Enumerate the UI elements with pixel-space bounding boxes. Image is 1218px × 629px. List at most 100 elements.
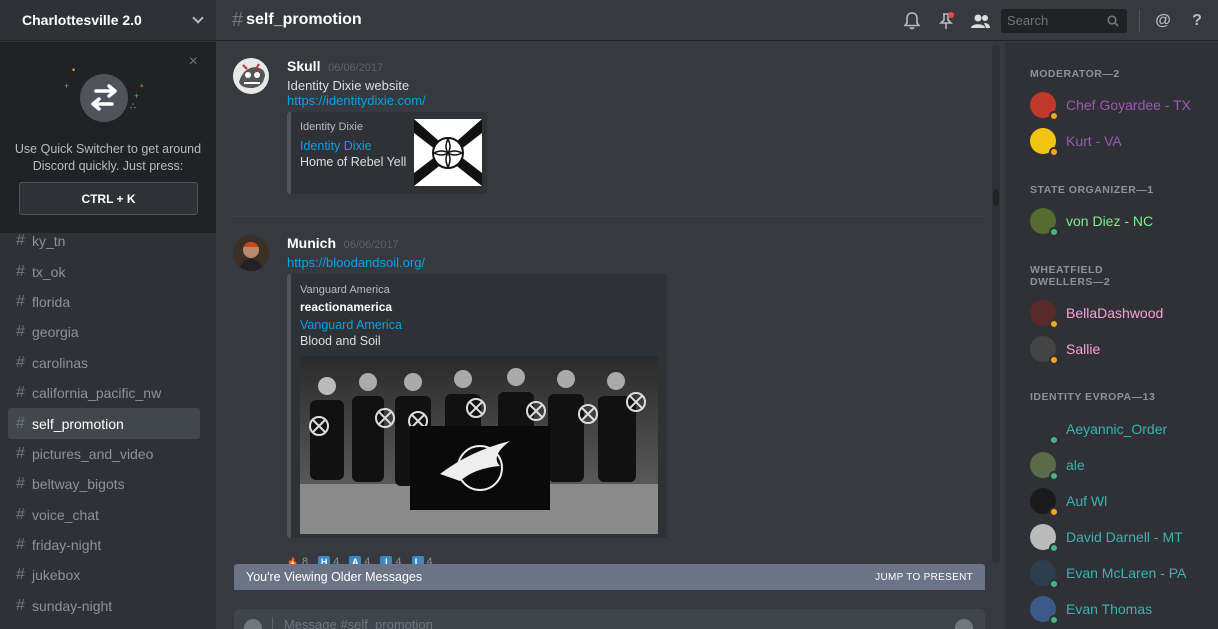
- message-content: Munich 06/06/2017 https://bloodandsoil.o…: [287, 235, 987, 538]
- scrollbar-track[interactable]: [992, 44, 1000, 564]
- status-idle-icon: [1049, 147, 1059, 157]
- message-link[interactable]: https://bloodandsoil.org/: [287, 255, 425, 270]
- message-input[interactable]: [284, 617, 884, 629]
- channel-item-tx_ok[interactable]: # tx_ok: [8, 256, 200, 286]
- member-item[interactable]: Evan McLaren - PA: [1030, 557, 1186, 589]
- quick-switcher-icon: + • + ° ∴: [64, 66, 144, 124]
- member-group-header: STATE ORGANIZER—1: [1030, 184, 1154, 196]
- channel-item-sunday-night[interactable]: # sunday-night: [8, 591, 200, 621]
- sparkle-icon: +: [134, 91, 140, 101]
- embed-author[interactable]: reactionamerica: [300, 300, 392, 314]
- link-embed: Vanguard America reactionamerica Vanguar…: [287, 274, 667, 538]
- member-group-header: WHEATFIELD DWELLERS—2: [1030, 264, 1111, 288]
- embed-thumbnail[interactable]: [414, 119, 482, 186]
- status-idle-icon: [1049, 507, 1059, 517]
- emoji-icon[interactable]: [955, 619, 973, 629]
- channel-sidebar: Charlottesville 2.0 × + • + ° ∴ Use Quic…: [0, 0, 216, 629]
- channel-item-florida[interactable]: # florida: [8, 287, 200, 317]
- link-embed: Identity Dixie Identity Dixie Home of Re…: [287, 112, 487, 194]
- header-toolbar: @ ?: [901, 0, 1218, 41]
- avatar: [1030, 336, 1059, 365]
- status-online-icon: [1049, 227, 1059, 237]
- message-timestamp: 06/06/2017: [328, 62, 384, 74]
- chevron-down-icon[interactable]: [192, 12, 204, 24]
- help-icon[interactable]: ?: [1186, 10, 1208, 32]
- channel-list: # ky_tn # tx_ok # florida # georgia # carolin…: [8, 226, 200, 621]
- channel-item-self_promotion[interactable]: # self_promotion: [8, 408, 200, 439]
- member-item[interactable]: David Darnell - MT: [1030, 521, 1183, 553]
- message-list: Skull 06/06/2017 Identity Dixie website …: [216, 42, 1004, 629]
- embed-description: Blood and Soil: [300, 334, 381, 348]
- channel-title: # self_promotion: [232, 8, 362, 31]
- channel-item-beltway_bigots[interactable]: # beltway_bigots: [8, 469, 200, 499]
- hash-icon: #: [16, 505, 25, 523]
- embed-description: Home of Rebel Yell: [300, 155, 407, 169]
- channel-item-jukebox[interactable]: # jukebox: [8, 560, 200, 590]
- message-link[interactable]: https://identitydixie.com/: [287, 93, 426, 108]
- member-item[interactable]: Sallie: [1030, 333, 1100, 365]
- message-author[interactable]: Munich: [287, 235, 336, 251]
- status-idle-icon: [1049, 111, 1059, 121]
- member-list: MODERATOR—2 Chef Goyardee - TX Kurt - VA…: [1005, 42, 1218, 629]
- server-name: Charlottesville 2.0: [22, 12, 142, 28]
- channel-header: # self_promotion @ ?: [216, 0, 1218, 41]
- status-online-icon: [1049, 435, 1059, 445]
- hash-icon: #: [232, 8, 244, 31]
- quick-switcher-tip: × + • + ° ∴ Use Quick Switcher to get ar…: [0, 42, 216, 233]
- status-online-icon: [1049, 471, 1059, 481]
- member-item[interactable]: Kurt - VA: [1030, 125, 1122, 157]
- status-online-icon: [1049, 615, 1059, 625]
- members-icon[interactable]: [969, 10, 991, 32]
- avatar: [1030, 208, 1059, 237]
- hash-icon: #: [16, 232, 25, 250]
- avatar: [1030, 92, 1059, 121]
- member-item[interactable]: Auf Wl: [1030, 485, 1107, 517]
- upload-icon[interactable]: [244, 619, 262, 629]
- pin-icon[interactable]: [935, 10, 957, 32]
- member-item[interactable]: BellaDashwood: [1030, 297, 1163, 329]
- search-input[interactable]: [1007, 13, 1107, 28]
- composer-divider: [272, 617, 273, 629]
- hash-icon: #: [16, 566, 25, 584]
- avatar: [1030, 416, 1059, 445]
- member-item[interactable]: Chef Goyardee - TX: [1030, 89, 1191, 121]
- channel-item-voice_chat[interactable]: # voice_chat: [8, 500, 200, 530]
- embed-title[interactable]: Vanguard America: [300, 318, 402, 332]
- message-author[interactable]: Skull: [287, 58, 320, 74]
- member-item[interactable]: ale: [1030, 449, 1085, 481]
- server-header[interactable]: Charlottesville 2.0: [0, 0, 216, 41]
- channel-item-ky_tn[interactable]: # ky_tn: [8, 226, 200, 256]
- hash-icon: #: [16, 353, 25, 371]
- avatar: [1030, 300, 1059, 329]
- hash-icon: #: [16, 414, 25, 432]
- search-icon: [1107, 14, 1119, 27]
- older-messages-text: You're Viewing Older Messages: [246, 570, 423, 584]
- status-idle-icon: [1049, 355, 1059, 365]
- embed-image[interactable]: [300, 356, 658, 534]
- embed-title[interactable]: Identity Dixie: [300, 139, 372, 153]
- message-content: Skull 06/06/2017 Identity Dixie website …: [287, 58, 987, 194]
- close-icon[interactable]: ×: [189, 54, 198, 70]
- avatar: [1030, 524, 1059, 553]
- channel-item-pictures_and_video[interactable]: # pictures_and_video: [8, 439, 200, 469]
- bell-icon[interactable]: [901, 10, 923, 32]
- status-online-icon: [1049, 543, 1059, 553]
- scrollbar-thumb[interactable]: [993, 189, 999, 206]
- channel-item-georgia[interactable]: # georgia: [8, 317, 200, 347]
- sparkle-icon: °: [140, 83, 144, 93]
- channel-item-friday-night[interactable]: # friday-night: [8, 530, 200, 560]
- mention-icon[interactable]: @: [1152, 10, 1174, 32]
- member-item[interactable]: Aeyannic_Order: [1030, 413, 1167, 445]
- member-item[interactable]: Evan Thomas: [1030, 593, 1152, 625]
- jump-to-present-button[interactable]: JUMP TO PRESENT: [875, 572, 973, 583]
- hash-icon: #: [16, 444, 25, 462]
- sparkle-icon: +: [64, 81, 70, 91]
- status-idle-icon: [1049, 319, 1059, 329]
- avatar[interactable]: [233, 235, 269, 271]
- channel-item-california_pacific_nw[interactable]: # california_pacific_nw: [8, 378, 200, 408]
- member-group-header: MODERATOR—2: [1030, 68, 1120, 80]
- search-bar[interactable]: [1001, 8, 1127, 33]
- member-item[interactable]: von Diez - NC: [1030, 205, 1153, 237]
- channel-item-carolinas[interactable]: # carolinas: [8, 348, 200, 378]
- avatar[interactable]: [233, 58, 269, 94]
